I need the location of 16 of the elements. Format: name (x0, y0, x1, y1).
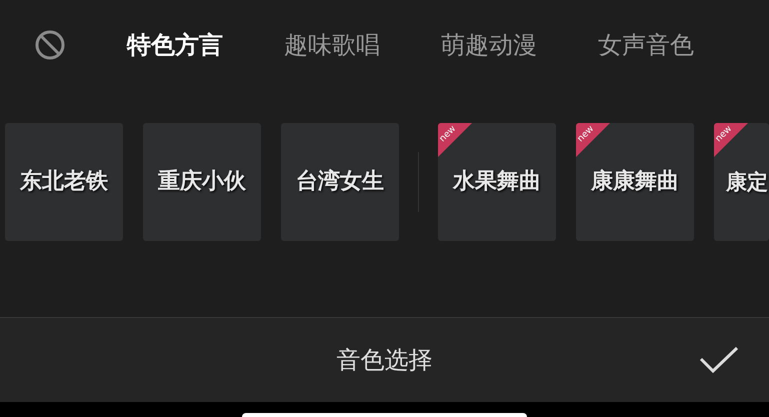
no-effect-icon[interactable] (34, 29, 66, 61)
voice-card[interactable]: 重庆小伙 (143, 123, 261, 241)
confirm-check-icon[interactable] (698, 345, 740, 375)
voice-name: 康定 (726, 172, 768, 192)
voice-card[interactable]: 台湾女生 (281, 123, 399, 241)
voice-name: 水果舞曲 (453, 171, 541, 193)
category-tab[interactable]: 萌趣动漫 (441, 33, 537, 57)
voice-name: 东北老铁 (20, 171, 108, 193)
panel-title: 音色选择 (336, 348, 432, 372)
voice-name: 康康舞曲 (591, 171, 679, 193)
category-tab[interactable]: 女声音色 (598, 33, 694, 57)
category-tab[interactable]: 趣味歌唱 (284, 33, 380, 57)
voice-name: 台湾女生 (296, 171, 384, 193)
voice-card[interactable]: 东北老铁 (5, 123, 123, 241)
category-tab[interactable]: 特色方言 (127, 33, 223, 57)
voice-name: 重庆小伙 (158, 171, 246, 193)
